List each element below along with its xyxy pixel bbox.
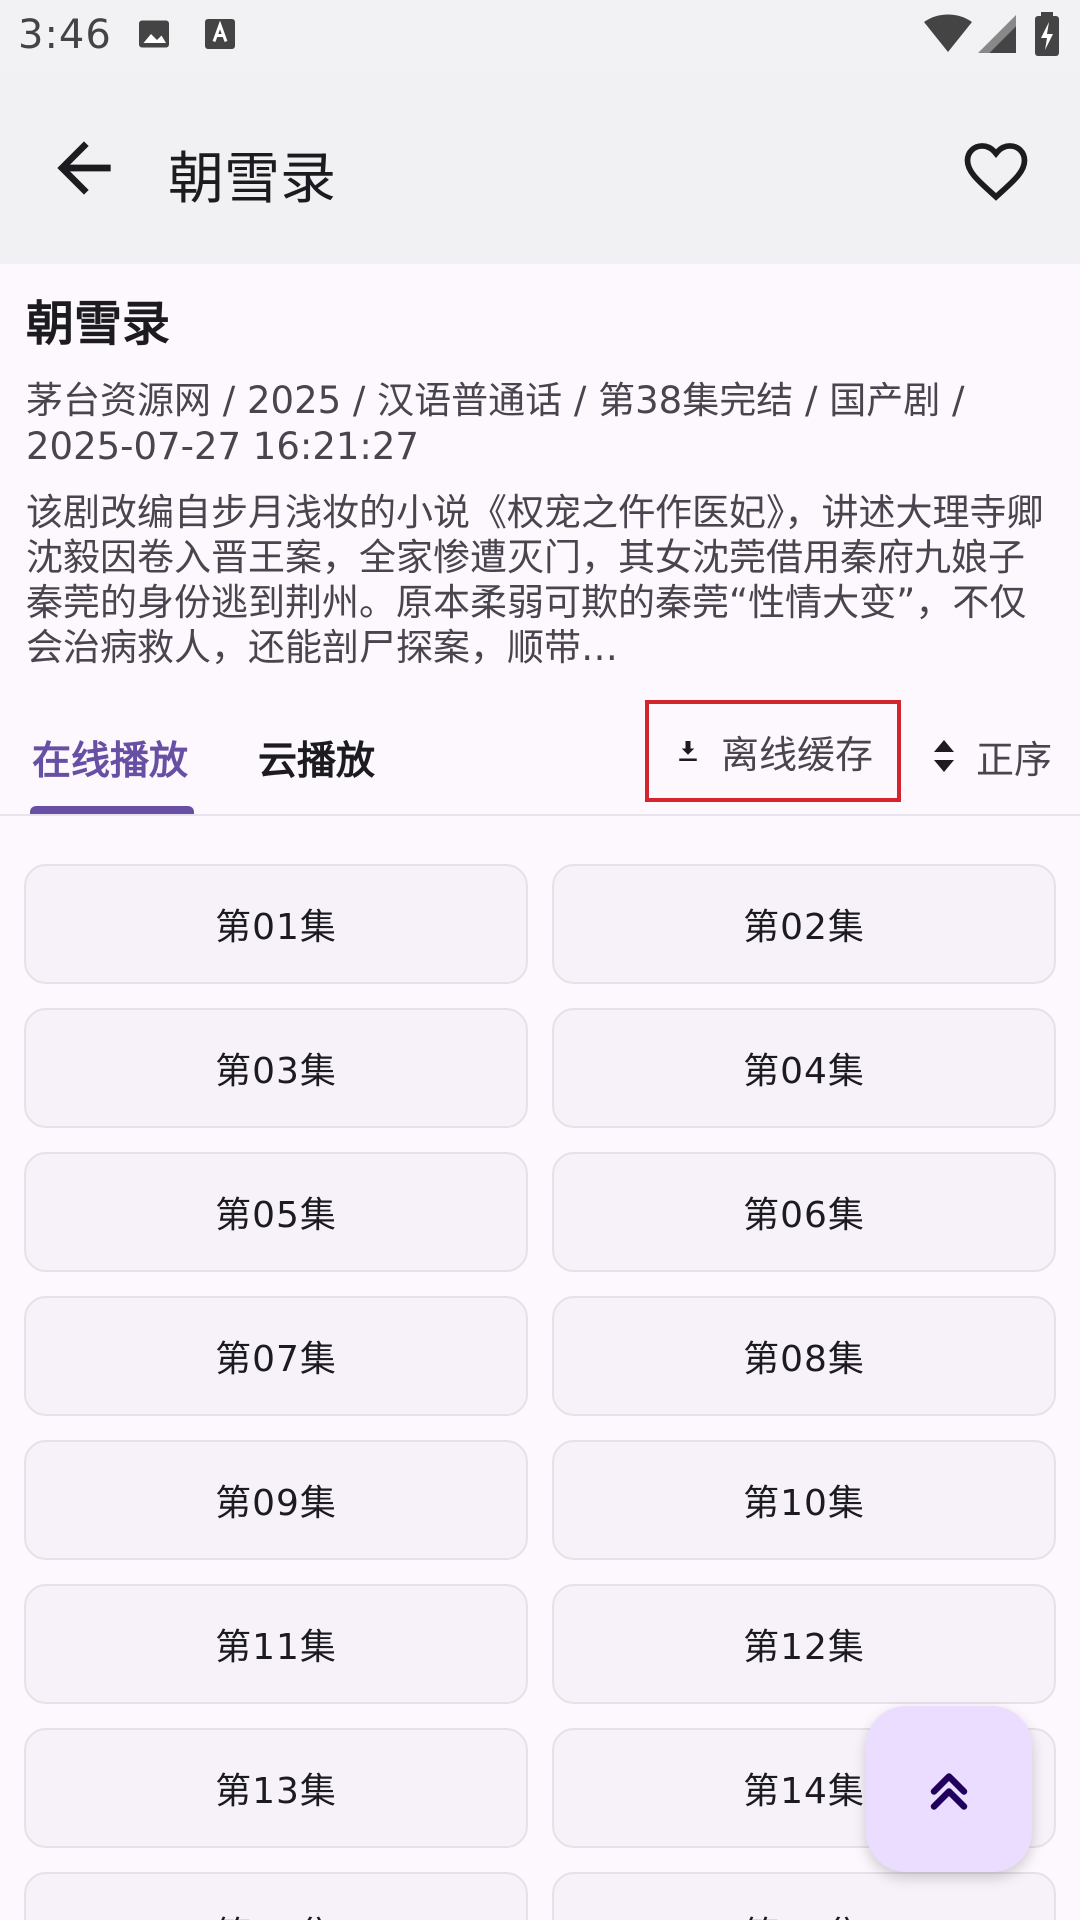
status-bar: 3:46 bbox=[0, 0, 1080, 72]
video-title: 朝雪录 bbox=[26, 296, 171, 352]
episode-button[interactable]: 第04集 bbox=[552, 1008, 1056, 1128]
video-meta: 茅台资源网 / 2025 / 汉语普通话 / 第38集完结 / 国产剧 / 20… bbox=[26, 379, 965, 468]
screen: 3:46 朝雪录 朝雪录 茅台资源网 / 2025 / 汉语普通话 / 第38集… bbox=[0, 0, 1080, 1920]
episode-button[interactable]: 第07集 bbox=[24, 1296, 528, 1416]
back-arrow-icon[interactable] bbox=[44, 128, 124, 208]
episode-button[interactable]: 第13集 bbox=[24, 1728, 528, 1848]
tab-cloud-play[interactable]: 云播放 bbox=[258, 730, 375, 786]
image-icon bbox=[139, 20, 169, 48]
font-icon bbox=[205, 19, 235, 49]
episode-button[interactable]: 第09集 bbox=[24, 1440, 528, 1560]
app-bar-title: 朝雪录 bbox=[168, 147, 336, 212]
tab-online-play[interactable]: 在线播放 bbox=[32, 730, 188, 786]
sort-button[interactable]: 正序 bbox=[930, 728, 1052, 784]
sort-label: 正序 bbox=[976, 737, 1053, 782]
tabs-divider bbox=[0, 814, 1080, 816]
video-description[interactable]: 该剧改编自步月浅妆的小说《权宠之仵作医妃》，讲述大理寺卿沈毅因卷入晋王案，全家惨… bbox=[26, 490, 1056, 670]
episode-button[interactable]: 第06集 bbox=[552, 1152, 1056, 1272]
sort-icon bbox=[934, 740, 954, 772]
wifi-icon bbox=[924, 14, 972, 52]
signal-icon bbox=[978, 15, 1016, 53]
video-info: 朝雪录 茅台资源网 / 2025 / 汉语普通话 / 第38集完结 / 国产剧 … bbox=[26, 292, 1056, 670]
status-time: 3:46 bbox=[18, 12, 112, 58]
episode-button[interactable]: 第05集 bbox=[24, 1152, 528, 1272]
episode-button[interactable]: 第03集 bbox=[24, 1008, 528, 1128]
episode-button[interactable]: 第16集 bbox=[552, 1872, 1056, 1920]
offline-cache-button[interactable]: 离线缓存 bbox=[645, 700, 901, 802]
episode-button[interactable]: 第10集 bbox=[552, 1440, 1056, 1560]
episode-button[interactable]: 第08集 bbox=[552, 1296, 1056, 1416]
play-source-tabs: 在线播放 云播放 离线缓存 正序 bbox=[0, 700, 1080, 816]
episode-button[interactable]: 第01集 bbox=[24, 864, 528, 984]
offline-cache-label: 离线缓存 bbox=[720, 732, 873, 777]
download-icon bbox=[679, 741, 697, 761]
episode-button[interactable]: 第12集 bbox=[552, 1584, 1056, 1704]
double-chevron-up-icon bbox=[930, 1773, 968, 1810]
battery-icon bbox=[1035, 12, 1059, 56]
episode-button[interactable]: 第11集 bbox=[24, 1584, 528, 1704]
app-bar: 朝雪录 bbox=[0, 72, 1080, 264]
heart-icon[interactable] bbox=[958, 132, 1034, 208]
scroll-to-top-button[interactable] bbox=[866, 1706, 1032, 1872]
episode-button[interactable]: 第15集 bbox=[24, 1872, 528, 1920]
episode-button[interactable]: 第02集 bbox=[552, 864, 1056, 984]
